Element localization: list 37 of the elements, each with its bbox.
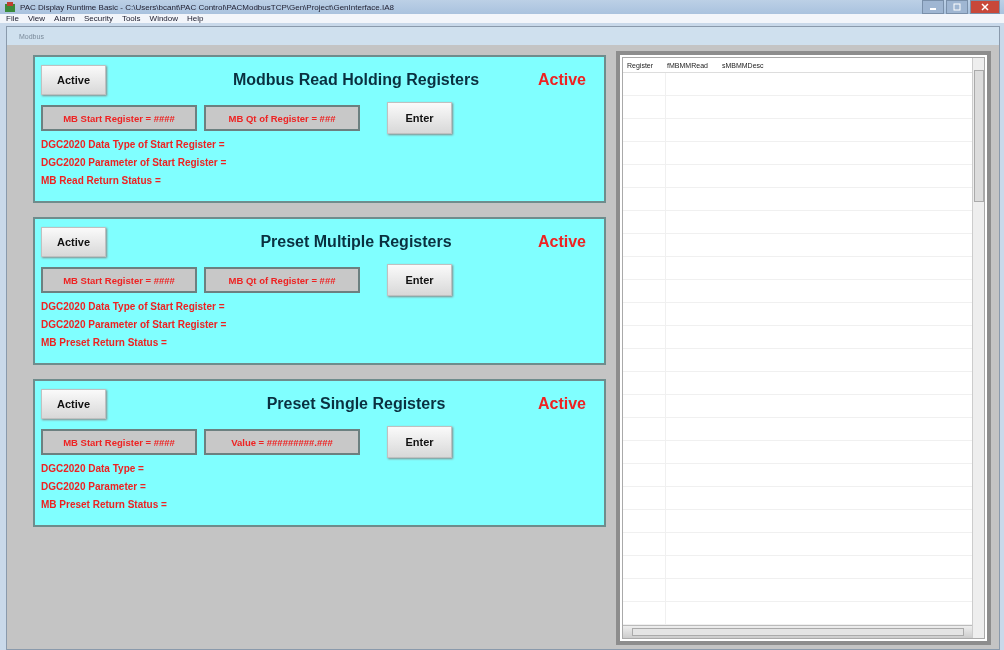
menu-item[interactable]: Alarm: [54, 14, 75, 23]
maximize-icon: [952, 3, 962, 11]
status-label: Active: [537, 233, 586, 251]
close-icon: [980, 3, 990, 11]
menu-item[interactable]: Tools: [121, 14, 141, 23]
status-label: Active: [537, 71, 586, 89]
menu-item[interactable]: Security: [84, 14, 113, 23]
readout-label: DGC2020 Data Type =: [41, 462, 145, 476]
panel-title: Modbus Read Holding Registers: [231, 71, 481, 89]
panel-title: Preset Single Registers: [265, 395, 447, 413]
active-button[interactable]: Active: [41, 65, 106, 95]
app-icon: [4, 1, 16, 13]
enter-button[interactable]: Enter: [387, 264, 452, 296]
readout-label: MB Preset Return Status =: [41, 498, 168, 512]
menu-item[interactable]: View: [27, 14, 46, 23]
readout-label: DGC2020 Data Type of Start Register =: [41, 300, 226, 314]
menu-item[interactable]: File: [6, 14, 19, 23]
panel-title: Preset Multiple Registers: [259, 233, 453, 251]
maximize-button[interactable]: [946, 0, 968, 14]
horizontal-scrollbar[interactable]: [623, 625, 972, 638]
menu-item[interactable]: Window: [149, 14, 179, 23]
active-button[interactable]: Active: [41, 389, 106, 419]
readout-label: DGC2020 Data Type of Start Register =: [41, 138, 226, 152]
enter-button[interactable]: Enter: [387, 102, 452, 134]
readout-label: MB Read Return Status =: [41, 174, 162, 188]
readout-label: MB Preset Return Status =: [41, 336, 168, 350]
status-label: Active: [537, 395, 586, 413]
minimize-button[interactable]: [922, 0, 944, 14]
readout-label: DGC2020 Parameter of Start Register =: [41, 156, 228, 170]
close-button[interactable]: [970, 0, 1000, 14]
menu-item[interactable]: Help: [187, 14, 204, 23]
enter-button[interactable]: Enter: [387, 426, 452, 458]
vertical-scrollbar[interactable]: [972, 58, 984, 638]
readout-label: DGC2020 Parameter of Start Register =: [41, 318, 228, 332]
active-button[interactable]: Active: [41, 227, 106, 257]
window-title: PAC Display Runtime Basic - C:\Users\bcant\PAC Control\PACModbusTCP\Gen\Project\GenInterface.IA8: [20, 2, 394, 12]
readout-label: DGC2020 Parameter =: [41, 480, 147, 494]
